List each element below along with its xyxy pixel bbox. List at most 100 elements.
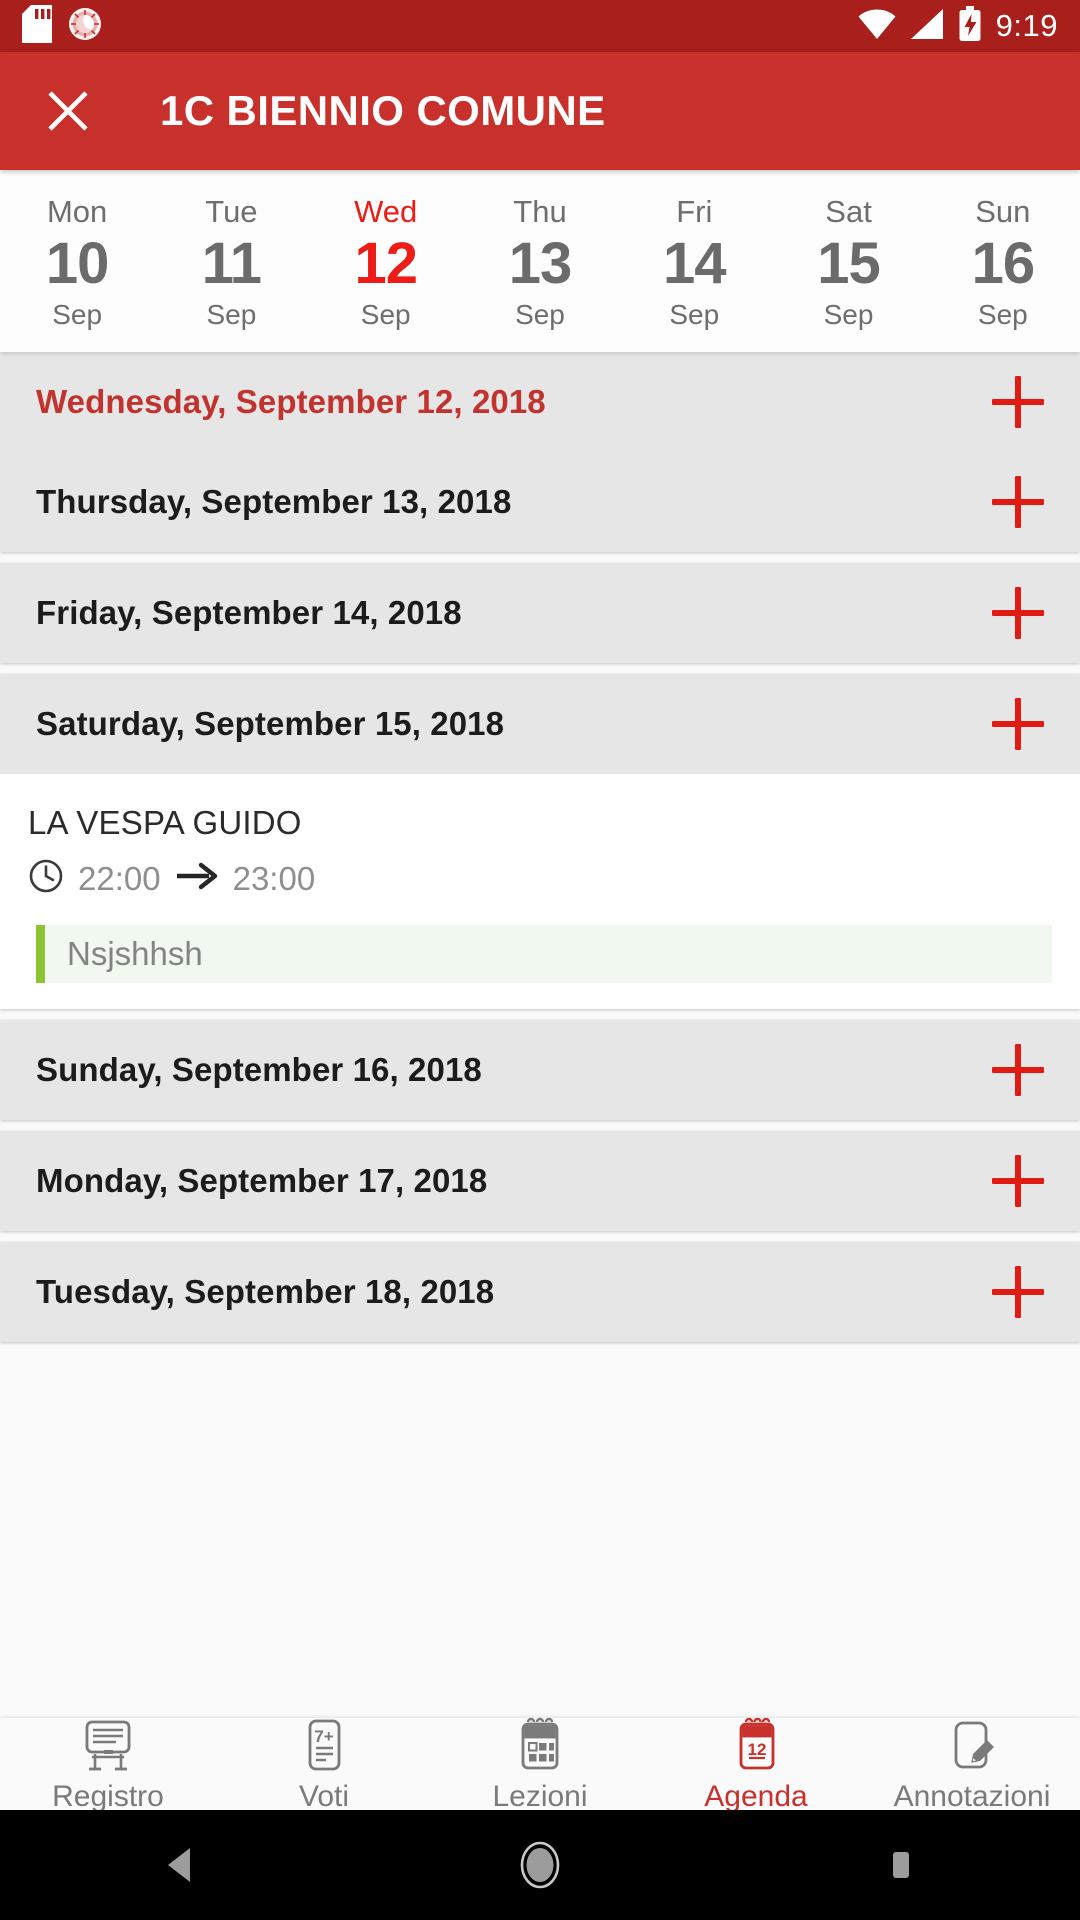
add-event-button[interactable] — [992, 476, 1044, 528]
week-day-tue[interactable]: Tue 11 Sep — [154, 170, 308, 352]
week-day-month: Sep — [52, 298, 103, 330]
agenda-day-label: Monday, September 17, 2018 — [36, 1162, 488, 1199]
alarm-icon — [68, 7, 102, 46]
week-day-number: 16 — [971, 230, 1036, 296]
add-event-button[interactable] — [992, 587, 1044, 639]
event-title: LA VESPA GUIDO — [28, 804, 302, 841]
agenda-day-row-sat-15[interactable]: Saturday, September 15, 2018 — [0, 674, 1080, 774]
nav-item-voti[interactable]: 7+ Voti — [216, 1716, 432, 1812]
week-day-sat[interactable]: Sat 15 Sep — [771, 170, 925, 352]
nav-item-lezioni[interactable]: Lezioni — [432, 1716, 648, 1812]
week-day-number: 12 — [354, 230, 418, 296]
add-event-button[interactable] — [992, 1044, 1044, 1096]
close-button[interactable] — [40, 83, 96, 139]
recents-square-icon — [893, 1852, 909, 1878]
android-back-button[interactable] — [120, 1810, 240, 1920]
sd-card-icon — [22, 4, 52, 48]
agenda-card: Friday, September 14, 2018 — [0, 563, 1080, 663]
week-day-fri[interactable]: Fri 14 Sep — [617, 170, 771, 352]
nav-item-agenda[interactable]: 12 Agenda — [648, 1716, 864, 1812]
page-title: 1C BIENNIO COMUNE — [160, 87, 606, 134]
bottom-navigation: Registro 7+ Voti Lezioni 12 Agenda Annot… — [0, 1716, 1080, 1812]
week-strip: Mon 10 Sep Tue 11 Sep Wed 12 Sep Thu 13 … — [0, 170, 1080, 352]
week-day-name: Sun — [975, 193, 1031, 229]
wifi-icon — [858, 8, 896, 45]
agenda-day-row-sun-16[interactable]: Sunday, September 16, 2018 — [0, 1020, 1080, 1120]
agenda-day-label: Friday, September 14, 2018 — [36, 594, 462, 631]
android-home-button[interactable] — [480, 1810, 600, 1920]
week-day-name: Thu — [513, 193, 567, 229]
event-note: Nsjshhsh — [36, 925, 1052, 983]
svg-text:7+: 7+ — [314, 1727, 333, 1746]
nav-label: Agenda — [704, 1780, 808, 1813]
agenda-card: Sunday, September 16, 2018 — [0, 1020, 1080, 1120]
week-day-number: 13 — [508, 230, 573, 296]
event-time-row: 22:00 23:00 — [28, 858, 1052, 899]
week-day-month: Sep — [360, 298, 411, 330]
blackboard-icon — [85, 1720, 131, 1771]
nav-label: Lezioni — [492, 1780, 588, 1813]
event-note-accent-bar — [36, 925, 45, 983]
agenda-day-label: Sunday, September 16, 2018 — [36, 1051, 482, 1088]
nav-label: Annotazioni — [893, 1780, 1051, 1813]
arrow-right-icon — [175, 861, 219, 896]
android-navigation-bar — [0, 1810, 1080, 1920]
agenda-event-item[interactable]: LA VESPA GUIDO 22:00 23:00 Nsjshhsh — [0, 774, 1080, 1009]
week-day-month: Sep — [669, 298, 720, 330]
add-event-button[interactable] — [992, 1155, 1044, 1207]
calendar-grid-icon — [521, 1717, 559, 1770]
agenda-day-row-wed-12[interactable]: Wednesday, September 12, 2018 — [0, 352, 1080, 452]
week-day-sun[interactable]: Sun 16 Sep — [926, 170, 1080, 352]
agenda-list[interactable]: Wednesday, September 12, 2018 Thursday, … — [0, 352, 1080, 1718]
app-screen: 9:19 1C BIENNIO COMUNE Mon 10 Sep Tue 11… — [0, 0, 1080, 1920]
week-day-month: Sep — [206, 298, 257, 330]
add-event-button[interactable] — [992, 376, 1044, 428]
nav-label: Registro — [52, 1780, 164, 1813]
close-icon — [48, 91, 88, 131]
week-day-thu[interactable]: Thu 13 Sep — [463, 170, 617, 352]
agenda-day-row-tue-18[interactable]: Tuesday, September 18, 2018 — [0, 1242, 1080, 1342]
agenda-card: Monday, September 17, 2018 — [0, 1131, 1080, 1231]
status-bar-left-icons — [22, 4, 102, 48]
add-event-button[interactable] — [992, 698, 1044, 750]
event-note-text: Nsjshhsh — [67, 935, 203, 972]
week-day-name: Mon — [46, 193, 108, 229]
status-bar: 9:19 — [0, 0, 1080, 52]
nav-item-registro[interactable]: Registro — [0, 1716, 216, 1812]
event-start-time: 22:00 — [78, 859, 161, 897]
agenda-day-label: Thursday, September 13, 2018 — [36, 483, 512, 520]
agenda-card: Saturday, September 15, 2018 LA VESPA GU… — [0, 674, 1080, 1009]
grade-card-icon: 7+ — [308, 1719, 341, 1771]
week-day-month: Sep — [823, 298, 874, 330]
back-triangle-icon — [168, 1848, 190, 1882]
agenda-day-label: Saturday, September 15, 2018 — [36, 705, 505, 742]
home-circle-icon — [520, 1841, 560, 1889]
app-bar: 1C BIENNIO COMUNE — [0, 52, 1080, 170]
week-day-name: Wed — [354, 193, 418, 229]
svg-text:12: 12 — [748, 1740, 767, 1759]
note-pencil-icon — [954, 1721, 994, 1769]
agenda-day-row-fri-14[interactable]: Friday, September 14, 2018 — [0, 563, 1080, 663]
agenda-day-row-mon-17[interactable]: Monday, September 17, 2018 — [0, 1131, 1080, 1231]
week-day-name: Sat — [825, 193, 872, 229]
nav-label: Voti — [298, 1780, 350, 1813]
week-day-month: Sep — [977, 298, 1028, 330]
agenda-card: Wednesday, September 12, 2018 Thursday, … — [0, 352, 1080, 552]
week-day-wed[interactable]: Wed 12 Sep — [309, 170, 463, 352]
week-day-mon[interactable]: Mon 10 Sep — [0, 170, 154, 352]
signal-icon — [910, 8, 944, 45]
agenda-day-label: Wednesday, September 12, 2018 — [36, 383, 546, 420]
nav-item-annotazioni[interactable]: Annotazioni — [864, 1716, 1080, 1812]
calendar-day-icon: 12 — [739, 1717, 775, 1770]
clock-icon — [28, 858, 64, 899]
status-bar-clock: 9:19 — [995, 8, 1058, 43]
week-day-month: Sep — [515, 298, 565, 330]
add-event-button[interactable] — [992, 1266, 1044, 1318]
android-recents-button[interactable] — [840, 1810, 960, 1920]
week-day-number: 10 — [45, 230, 110, 296]
agenda-day-label: Tuesday, September 18, 2018 — [36, 1273, 495, 1310]
event-end-time: 23:00 — [232, 859, 316, 897]
agenda-day-row-thu-13[interactable]: Thursday, September 13, 2018 — [0, 452, 1080, 552]
week-day-number: 14 — [663, 230, 727, 296]
battery-charging-icon — [958, 5, 982, 47]
